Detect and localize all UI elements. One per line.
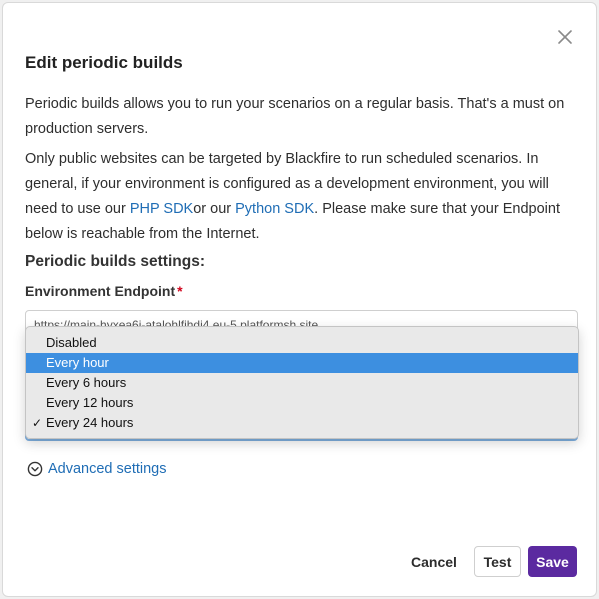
save-button[interactable]: Save: [528, 546, 577, 577]
dialog-title: Edit periodic builds: [25, 53, 183, 72]
chevron-circle-down-icon: [27, 461, 43, 477]
advanced-settings-label: Advanced settings: [48, 461, 167, 477]
advanced-settings-toggle[interactable]: Advanced settings: [27, 461, 167, 477]
close-button[interactable]: [555, 27, 575, 47]
php-sdk-link[interactable]: PHP SDK: [130, 201, 193, 217]
cancel-button[interactable]: Cancel: [404, 546, 464, 577]
edit-periodic-builds-dialog: Edit periodic builds Periodic builds all…: [2, 2, 597, 597]
endpoint-label-text: Environment Endpoint: [25, 283, 176, 299]
option-disabled[interactable]: Disabled: [26, 333, 578, 353]
option-every-12-hours[interactable]: Every 12 hours: [26, 393, 578, 413]
endpoint-label: Environment Endpoint *: [25, 283, 183, 299]
option-every-24-hours[interactable]: ✓ Every 24 hours: [26, 413, 578, 433]
description-text: Only public websites can be targeted by …: [25, 147, 570, 247]
checkmark-icon: ✓: [32, 416, 43, 430]
frequency-dropdown: Disabled Every hour Every 6 hours Every …: [25, 326, 579, 439]
description-part2: or our: [193, 201, 236, 217]
option-every-24-hours-label: Every 24 hours: [46, 415, 134, 430]
test-button[interactable]: Test: [474, 546, 521, 577]
python-sdk-link[interactable]: Python SDK: [235, 201, 314, 217]
option-every-6-hours[interactable]: Every 6 hours: [26, 373, 578, 393]
intro-text: Periodic builds allows you to run your s…: [25, 96, 565, 137]
option-every-hour[interactable]: Every hour: [26, 353, 578, 373]
required-mark: *: [177, 283, 183, 299]
section-title: Periodic builds settings:: [25, 253, 205, 270]
close-icon: [558, 30, 572, 44]
